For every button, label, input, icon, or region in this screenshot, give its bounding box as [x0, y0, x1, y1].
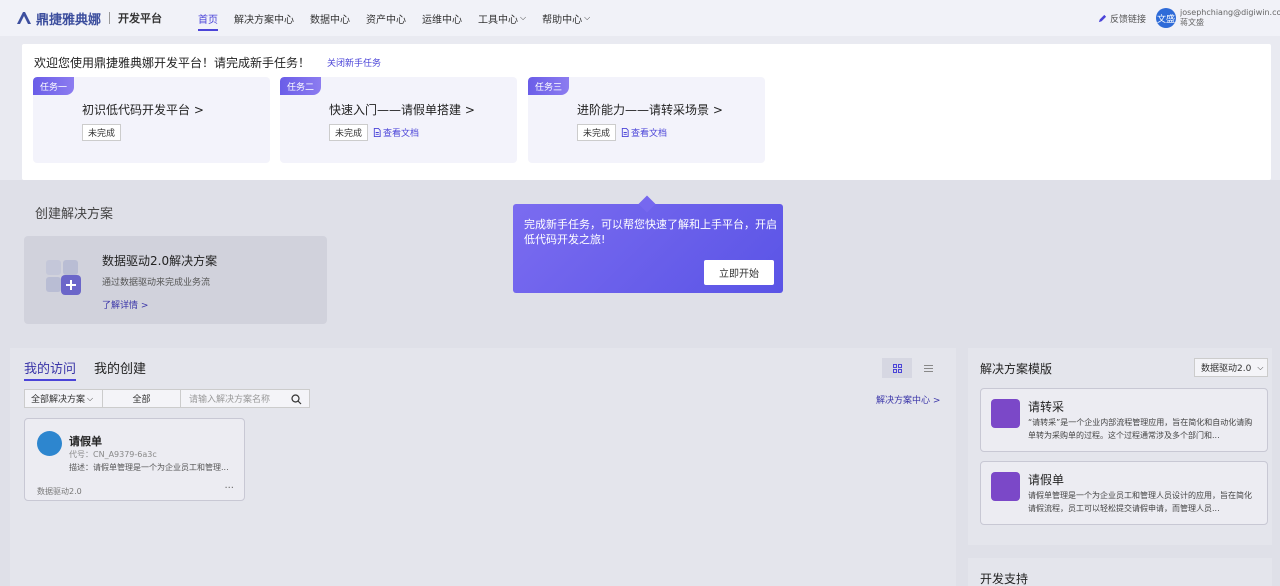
task-tag: 任务一: [33, 77, 74, 95]
user-name: 蒋文盛: [1180, 18, 1204, 27]
scope-select[interactable]: 全部: [103, 390, 181, 407]
template-desc: “请转采”是一个企业内部流程管理应用，旨在简化和自动化请购单转为采购单的过程。这…: [1028, 418, 1253, 440]
menu-item-solution-center[interactable]: 解决方案中心: [226, 0, 302, 36]
task-title[interactable]: 进阶能力——请转采场景 >: [577, 101, 723, 118]
task-title[interactable]: 快速入门——请假单搭建 >: [329, 101, 475, 118]
menu-item-asset-center[interactable]: 资产中心: [358, 0, 414, 36]
newbie-guide-panel: 欢迎您使用鼎捷雅典娜开发平台！请完成新手任务！ 关闭新手任务 任务一 初识低代码…: [22, 44, 1271, 180]
more-icon[interactable]: ···: [224, 483, 234, 494]
template-desc: 请假单管理是一个为企业员工和管理人员设计的应用，旨在简化请假流程，员工可以轻松提…: [1028, 491, 1252, 513]
menu-item-help-center-label: 帮助中心: [542, 14, 583, 26]
view-doc-link[interactable]: 查看文档: [373, 126, 419, 139]
app-card[interactable]: 请假单 代号：CN_A9379-6a3c 描述：请假单管理是一个为企业员工和管理…: [24, 418, 245, 501]
user-info[interactable]: josephchiang@digiwin.com 蒋文盛: [1180, 8, 1280, 28]
start-now-button[interactable]: 立即开始: [704, 260, 774, 285]
platform-name: 开发平台: [118, 12, 163, 25]
learn-more-link[interactable]: 了解详情 >: [102, 298, 148, 311]
user-area: 反馈链接 文盛 josephchiang@digiwin.com 蒋文盛: [1098, 0, 1280, 36]
avatar[interactable]: 文盛: [1156, 8, 1176, 28]
list-view-toggle[interactable]: [913, 358, 943, 378]
create-solution-title: 创建解决方案: [35, 207, 114, 222]
app-code: 代号：CN_A9379-6a3c: [69, 450, 157, 459]
solution-icon: [46, 260, 81, 295]
template-card[interactable]: 请假单 请假单管理是一个为企业员工和管理人员设计的应用，旨在简化请假流程，员工可…: [980, 461, 1268, 525]
template-icon: [991, 399, 1020, 428]
task-card-2[interactable]: 任务二 快速入门——请假单搭建 > 未完成 查看文档: [280, 77, 517, 163]
scope-value: 全部: [132, 395, 151, 405]
task-status: 未完成: [82, 124, 122, 141]
task-status: 未完成: [577, 124, 617, 141]
search-icon[interactable]: [291, 394, 302, 405]
template-card[interactable]: 请转采 “请转采”是一个企业内部流程管理应用，旨在简化和自动化请购单转为采购单的…: [980, 388, 1268, 452]
solution-type-value: 全部解决方案: [31, 395, 86, 405]
close-guide-link[interactable]: 关闭新手任务: [327, 56, 381, 69]
template-icon: [991, 472, 1020, 501]
logo-icon: [17, 12, 31, 24]
document-icon: [621, 128, 629, 137]
solution-center-link[interactable]: 解决方案中心 >: [876, 393, 940, 406]
feedback-link[interactable]: 反馈链接: [1098, 12, 1146, 25]
solution-card[interactable]: 数据驱动2.0解决方案 通过数据驱动来完成业务流 了解详情 >: [24, 236, 327, 324]
task-card-1[interactable]: 任务一 初识低代码开发平台 > 未完成: [33, 77, 270, 163]
chevron-down-icon: ⌵: [584, 13, 591, 22]
list-icon: [923, 364, 933, 372]
chevron-down-icon: ⌵: [1257, 362, 1264, 372]
app-icon: [37, 431, 62, 456]
task-card-3[interactable]: 任务三 进阶能力——请转采场景 > 未完成 查看文档: [528, 77, 765, 163]
feedback-label: 反馈链接: [1109, 14, 1146, 25]
main-menu: 首页 解决方案中心 数据中心 资产中心 运维中心 工具中心 ⌵ 帮助中心 ⌵: [190, 0, 598, 36]
user-email: josephchiang@digiwin.com: [1180, 8, 1280, 17]
template-name: 请转采: [1028, 400, 1065, 414]
template-panel-title: 解决方案模版: [980, 362, 1053, 376]
menu-item-tool-center[interactable]: 工具中心 ⌵: [470, 0, 534, 36]
chevron-down-icon: ⌵: [87, 393, 94, 403]
template-type-value: 数据驱动2.0: [1201, 364, 1252, 374]
grid-icon: [892, 363, 902, 373]
template-type-select[interactable]: 数据驱动2.0 ⌵: [1194, 358, 1268, 377]
task-title[interactable]: 初识低代码开发平台 >: [82, 101, 204, 118]
menu-item-ops-center[interactable]: 运维中心: [414, 0, 470, 36]
guide-popover: 完成新手任务，可以帮您快速了解和上手平台，开启低代码开发之旅! 立即开始: [513, 204, 783, 293]
welcome-text: 欢迎您使用鼎捷雅典娜开发平台！请完成新手任务！: [34, 56, 311, 70]
filter-bar: 全部解决方案 ⌵ 全部 请输入解决方案名称: [24, 389, 310, 408]
dev-support-title: 开发支持: [980, 572, 1029, 586]
search-placeholder: 请输入解决方案名称: [189, 395, 271, 405]
chevron-down-icon: ⌵: [520, 13, 527, 22]
popover-text: 完成新手任务，可以帮您快速了解和上手平台，开启低代码开发之旅!: [524, 218, 777, 246]
search-input[interactable]: 请输入解决方案名称: [181, 390, 309, 407]
view-doc-link[interactable]: 查看文档: [621, 126, 667, 139]
tab-my-visits[interactable]: 我的访问: [24, 358, 77, 381]
task-status: 未完成: [329, 124, 369, 141]
solution-card-title: 数据驱动2.0解决方案: [102, 254, 218, 268]
app-type: 数据驱动2.0: [37, 487, 82, 496]
app-desc: 描述：请假单管理是一个为企业员工和管理...: [69, 463, 229, 472]
menu-item-home[interactable]: 首页: [190, 0, 226, 36]
view-doc-label: 查看文档: [631, 129, 668, 139]
tab-my-created[interactable]: 我的创建: [94, 358, 146, 377]
template-name: 请假单: [1028, 473, 1065, 487]
top-navbar: 鼎捷雅典娜 开发平台 首页 解决方案中心 数据中心 资产中心 运维中心 工具中心…: [0, 0, 1280, 36]
logo-divider: [109, 12, 111, 24]
menu-item-help-center[interactable]: 帮助中心 ⌵: [534, 0, 598, 36]
pencil-icon: [1098, 14, 1107, 22]
view-doc-label: 查看文档: [383, 129, 420, 139]
solution-card-desc: 通过数据驱动来完成业务流: [102, 278, 211, 288]
menu-item-tool-center-label: 工具中心: [478, 14, 519, 26]
app-name: 请假单: [69, 435, 102, 448]
task-tag: 任务二: [280, 77, 321, 95]
solution-type-select[interactable]: 全部解决方案 ⌵: [25, 390, 103, 407]
menu-item-data-center[interactable]: 数据中心: [302, 0, 358, 36]
task-tag: 任务三: [528, 77, 569, 95]
logo-text: 鼎捷雅典娜: [36, 12, 102, 28]
logo[interactable]: 鼎捷雅典娜 开发平台: [16, 9, 162, 28]
grid-view-toggle[interactable]: [882, 358, 912, 378]
document-icon: [373, 128, 381, 137]
